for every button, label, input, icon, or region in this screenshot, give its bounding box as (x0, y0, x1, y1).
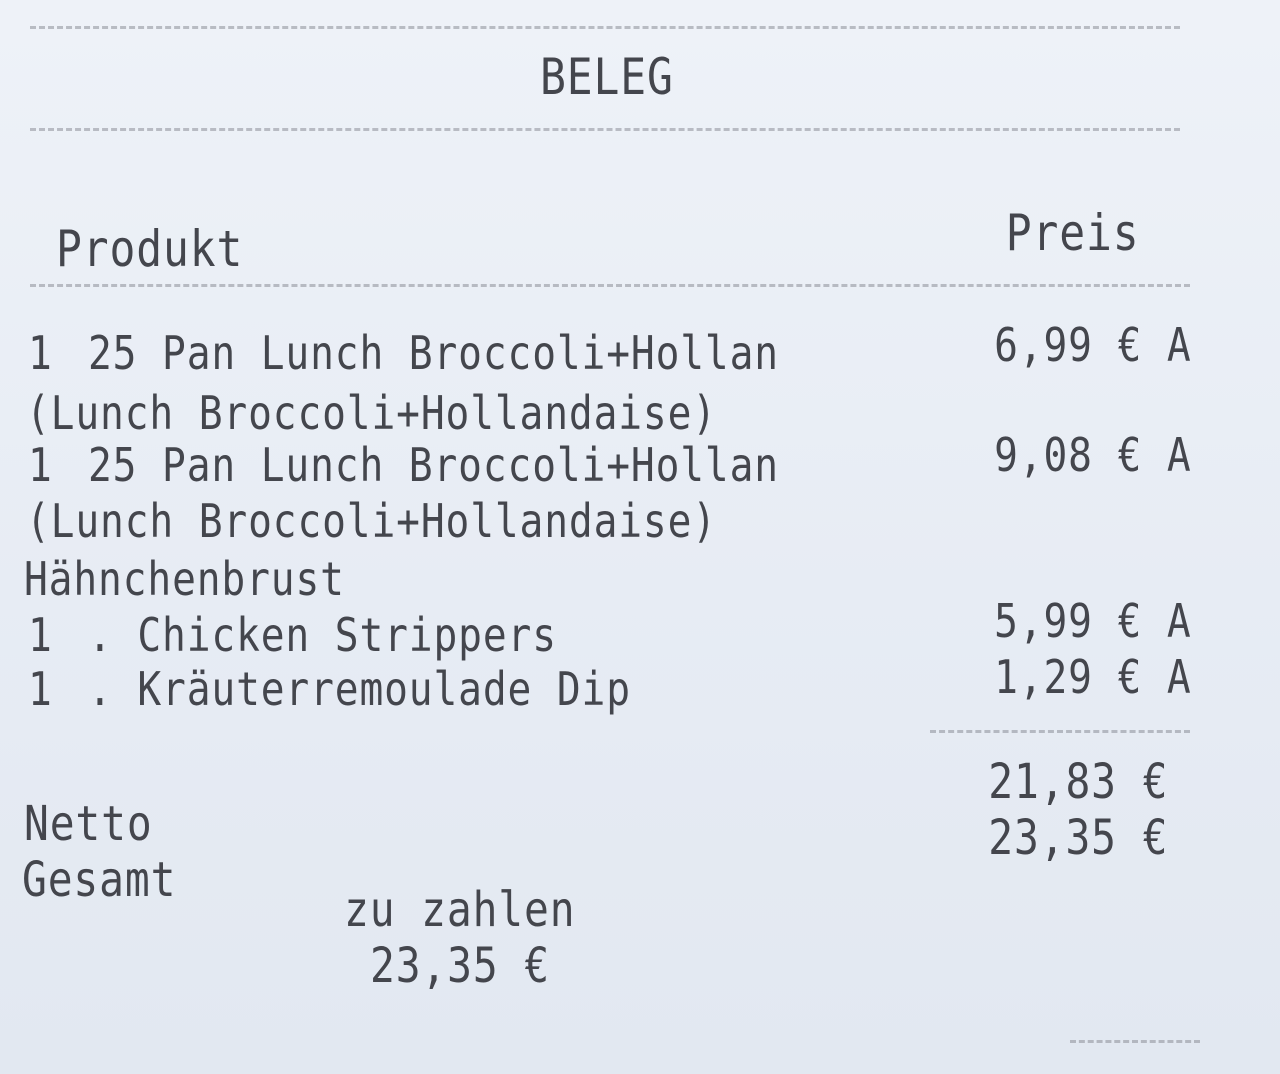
item-qty: 1 (28, 608, 53, 662)
column-header-price: Preis (1006, 204, 1140, 262)
item-price: 9,08 € A (994, 428, 1192, 482)
netto-value: 21,83 € (988, 754, 1168, 810)
item-price: 1,29 € A (994, 650, 1192, 704)
item-name: 25 Pan Lunch Broccoli+Hollan (88, 438, 779, 492)
gesamt-label: Gesamt (22, 852, 177, 908)
item-qty: 1 (28, 662, 53, 716)
column-header-product: Produkt (56, 220, 244, 278)
receipt-title: BELEG (540, 48, 674, 106)
item-qty: 1 (28, 438, 53, 492)
payment-value: 23,35 € (370, 938, 550, 994)
separator-title (30, 128, 1180, 131)
netto-label: Netto (24, 796, 153, 852)
gesamt-value: 23,35 € (988, 810, 1168, 866)
item-detail: Hähnchenbrust (24, 552, 345, 606)
item-price: 6,99 € A (994, 318, 1192, 372)
item-name: . Kräuterremoulade Dip (88, 662, 631, 716)
item-name: . Chicken Strippers (88, 608, 557, 662)
separator-bottom (1070, 1040, 1200, 1043)
separator-top (30, 26, 1180, 29)
payment-label: zu zahlen (344, 882, 576, 938)
item-price: 5,99 € A (994, 594, 1192, 648)
receipt: BELEG Produkt Preis 1 25 Pan Lunch Brocc… (0, 0, 1280, 1074)
item-name: 25 Pan Lunch Broccoli+Hollan (88, 326, 779, 380)
separator-totals (930, 730, 1190, 733)
separator-header (30, 284, 1190, 287)
item-detail: (Lunch Broccoli+Hollandaise) (26, 386, 717, 440)
item-detail: (Lunch Broccoli+Hollandaise) (26, 494, 717, 548)
item-qty: 1 (28, 326, 53, 380)
